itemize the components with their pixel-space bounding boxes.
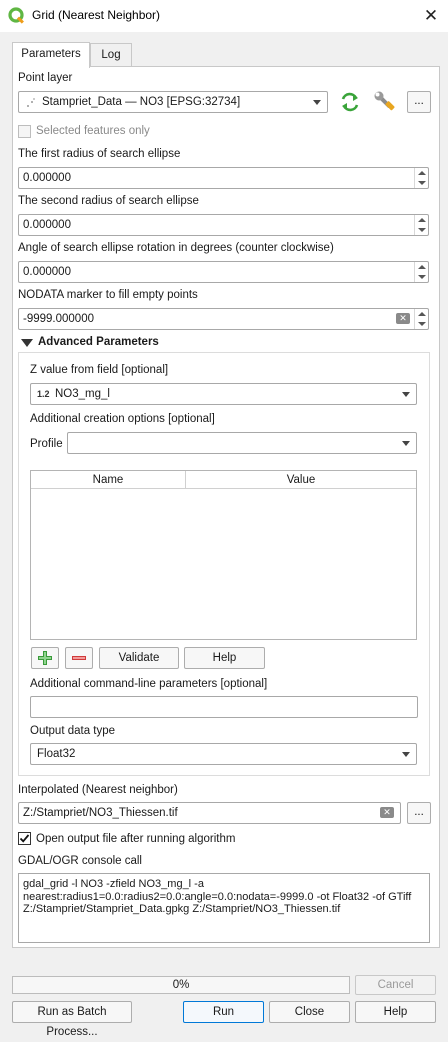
- z-field-value: NO3_mg_l: [55, 388, 110, 400]
- z-field-label: Z value from field [optional]: [30, 364, 169, 376]
- output-type-value: Float32: [37, 748, 76, 760]
- angle-stepper[interactable]: [414, 262, 428, 282]
- help-options-button[interactable]: Help: [184, 647, 265, 669]
- selected-features-checkbox[interactable]: [18, 125, 31, 138]
- chevron-down-icon: [402, 752, 410, 757]
- interpolated-label: Interpolated (Nearest neighbor): [18, 784, 178, 796]
- run-button[interactable]: Run: [183, 1001, 264, 1023]
- point-layer-icon: [27, 98, 35, 107]
- cancel-button[interactable]: Cancel: [355, 975, 436, 995]
- numeric-field-icon: 1.2: [37, 389, 50, 399]
- z-field-combo[interactable]: 1.2 NO3_mg_l: [30, 383, 417, 405]
- output-more-button[interactable]: ...: [407, 802, 431, 824]
- radius2-input[interactable]: 0.000000: [18, 214, 429, 236]
- open-output-label: Open output file after running algorithm: [36, 833, 236, 845]
- output-type-label: Output data type: [30, 725, 116, 737]
- nodata-input[interactable]: -9999.000000 ✕: [18, 308, 429, 330]
- column-header-name[interactable]: Name: [31, 471, 186, 489]
- remove-row-button[interactable]: [65, 647, 93, 669]
- angle-label: Angle of search ellipse rotation in degr…: [18, 242, 334, 254]
- minus-icon: [72, 656, 86, 660]
- window-title: Grid (Nearest Neighbor): [32, 8, 161, 22]
- cmdline-label: Additional command-line parameters [opti…: [30, 678, 268, 690]
- clear-icon[interactable]: ✕: [396, 313, 410, 324]
- column-header-value[interactable]: Value: [186, 471, 416, 489]
- plus-icon: [38, 651, 52, 665]
- validate-button[interactable]: Validate: [99, 647, 179, 669]
- radius1-label: The first radius of search ellipse: [18, 148, 181, 160]
- progress-bar: 0%: [12, 976, 350, 994]
- close-icon[interactable]: ✕: [418, 3, 444, 29]
- options-table[interactable]: Name Value: [30, 470, 417, 640]
- selected-features-label: Selected features only: [36, 125, 150, 137]
- interpolated-path-input[interactable]: Z:/Stampriet/NO3_Thiessen.tif ✕: [18, 802, 401, 824]
- point-layer-label: Point layer: [18, 72, 73, 84]
- point-layer-value: Stampriet_Data — NO3 [EPSG:32734]: [42, 96, 241, 108]
- point-layer-more-button[interactable]: ...: [407, 91, 431, 113]
- cmdline-input[interactable]: [30, 696, 418, 718]
- checkmark-icon: [19, 834, 30, 843]
- chevron-down-icon: [402, 392, 410, 397]
- collapse-arrow-icon[interactable]: [21, 339, 33, 347]
- radius1-input[interactable]: 0.000000: [18, 167, 429, 189]
- close-button[interactable]: Close: [269, 1001, 350, 1023]
- radius1-stepper[interactable]: [414, 168, 428, 188]
- angle-input[interactable]: 0.000000: [18, 261, 429, 283]
- clear-icon[interactable]: ✕: [380, 807, 394, 818]
- point-layer-combo[interactable]: Stampriet_Data — NO3 [EPSG:32734]: [18, 91, 328, 113]
- profile-label: Profile: [30, 438, 63, 450]
- tab-parameters[interactable]: Parameters: [12, 42, 90, 68]
- interpolated-path-value: Z:/Stampriet/NO3_Thiessen.tif: [23, 807, 178, 819]
- iterate-icon[interactable]: [338, 90, 362, 114]
- tab-log[interactable]: Log: [90, 43, 132, 67]
- help-button[interactable]: Help: [355, 1001, 436, 1023]
- console-text[interactable]: gdal_grid -l NO3 -zfield NO3_mg_l -a nea…: [18, 873, 430, 943]
- console-label: GDAL/OGR console call: [18, 855, 142, 867]
- advanced-header[interactable]: Advanced Parameters: [38, 336, 159, 348]
- run-batch-button[interactable]: Run as Batch Process...: [12, 1001, 132, 1038]
- chevron-down-icon: [313, 100, 321, 105]
- open-output-checkbox[interactable]: [18, 832, 31, 845]
- creation-options-label: Additional creation options [optional]: [30, 413, 215, 425]
- output-type-combo[interactable]: Float32: [30, 743, 417, 765]
- radius2-stepper[interactable]: [414, 215, 428, 235]
- progress-text: 0%: [172, 979, 190, 991]
- radius1-value: 0.000000: [23, 172, 71, 184]
- radius2-label: The second radius of search ellipse: [18, 195, 199, 207]
- nodata-label: NODATA marker to fill empty points: [18, 289, 198, 301]
- wrench-icon[interactable]: [372, 89, 398, 115]
- add-row-button[interactable]: [31, 647, 59, 669]
- nodata-value: -9999.000000: [23, 313, 94, 325]
- angle-value: 0.000000: [23, 266, 71, 278]
- qgis-logo-icon: [8, 7, 24, 24]
- profile-combo[interactable]: [67, 432, 417, 454]
- nodata-stepper[interactable]: [414, 309, 428, 329]
- radius2-value: 0.000000: [23, 219, 71, 231]
- chevron-down-icon: [402, 441, 410, 446]
